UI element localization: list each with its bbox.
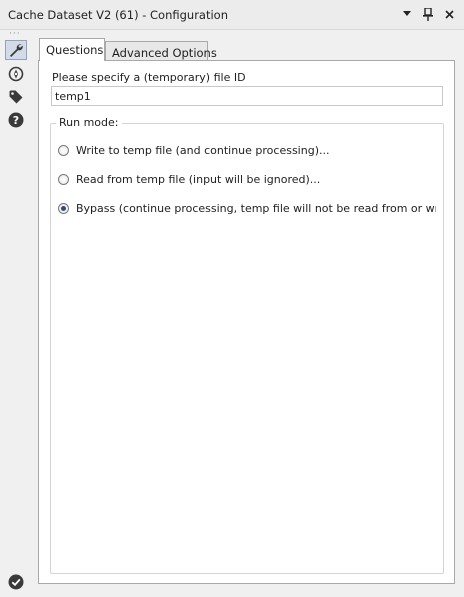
title-bar-buttons bbox=[400, 6, 456, 22]
radio-button[interactable] bbox=[58, 203, 69, 214]
pin-icon[interactable] bbox=[421, 6, 435, 22]
window-title: Cache Dataset V2 (61) - Configuration bbox=[8, 8, 229, 22]
tab-questions[interactable]: Questions bbox=[39, 38, 105, 61]
wrench-icon[interactable] bbox=[5, 40, 27, 60]
radio-label: Bypass (continue processing, temp file w… bbox=[76, 202, 436, 215]
close-icon[interactable] bbox=[442, 6, 456, 22]
run-mode-legend: Run mode: bbox=[56, 116, 122, 129]
radio-read-temp[interactable]: Read from temp file (input will be ignor… bbox=[58, 173, 436, 186]
file-id-input[interactable] bbox=[51, 86, 443, 106]
tab-advanced-options[interactable]: Advanced Options bbox=[105, 41, 217, 62]
run-mode-group: Run mode: Write to temp file (and contin… bbox=[50, 116, 444, 574]
side-toolbar: ? bbox=[0, 37, 32, 597]
file-id-label: Please specify a (temporary) file ID bbox=[52, 71, 246, 84]
radio-bypass[interactable]: Bypass (continue processing, temp file w… bbox=[58, 202, 436, 215]
radio-button[interactable] bbox=[58, 174, 69, 185]
radio-button[interactable] bbox=[58, 145, 69, 156]
check-circle-icon[interactable] bbox=[6, 572, 26, 592]
help-icon[interactable]: ? bbox=[5, 110, 27, 130]
title-bar: Cache Dataset V2 (61) - Configuration bbox=[0, 0, 464, 30]
radio-write-temp[interactable]: Write to temp file (and continue process… bbox=[58, 144, 436, 157]
radio-label: Write to temp file (and continue process… bbox=[76, 144, 330, 157]
tag-icon[interactable] bbox=[5, 87, 27, 107]
questions-panel: Please specify a (temporary) file ID Run… bbox=[38, 60, 455, 584]
radio-label: Read from temp file (input will be ignor… bbox=[76, 173, 321, 186]
svg-text:?: ? bbox=[13, 114, 19, 127]
compass-icon[interactable] bbox=[5, 64, 27, 84]
dropdown-arrow-icon[interactable] bbox=[400, 6, 414, 22]
